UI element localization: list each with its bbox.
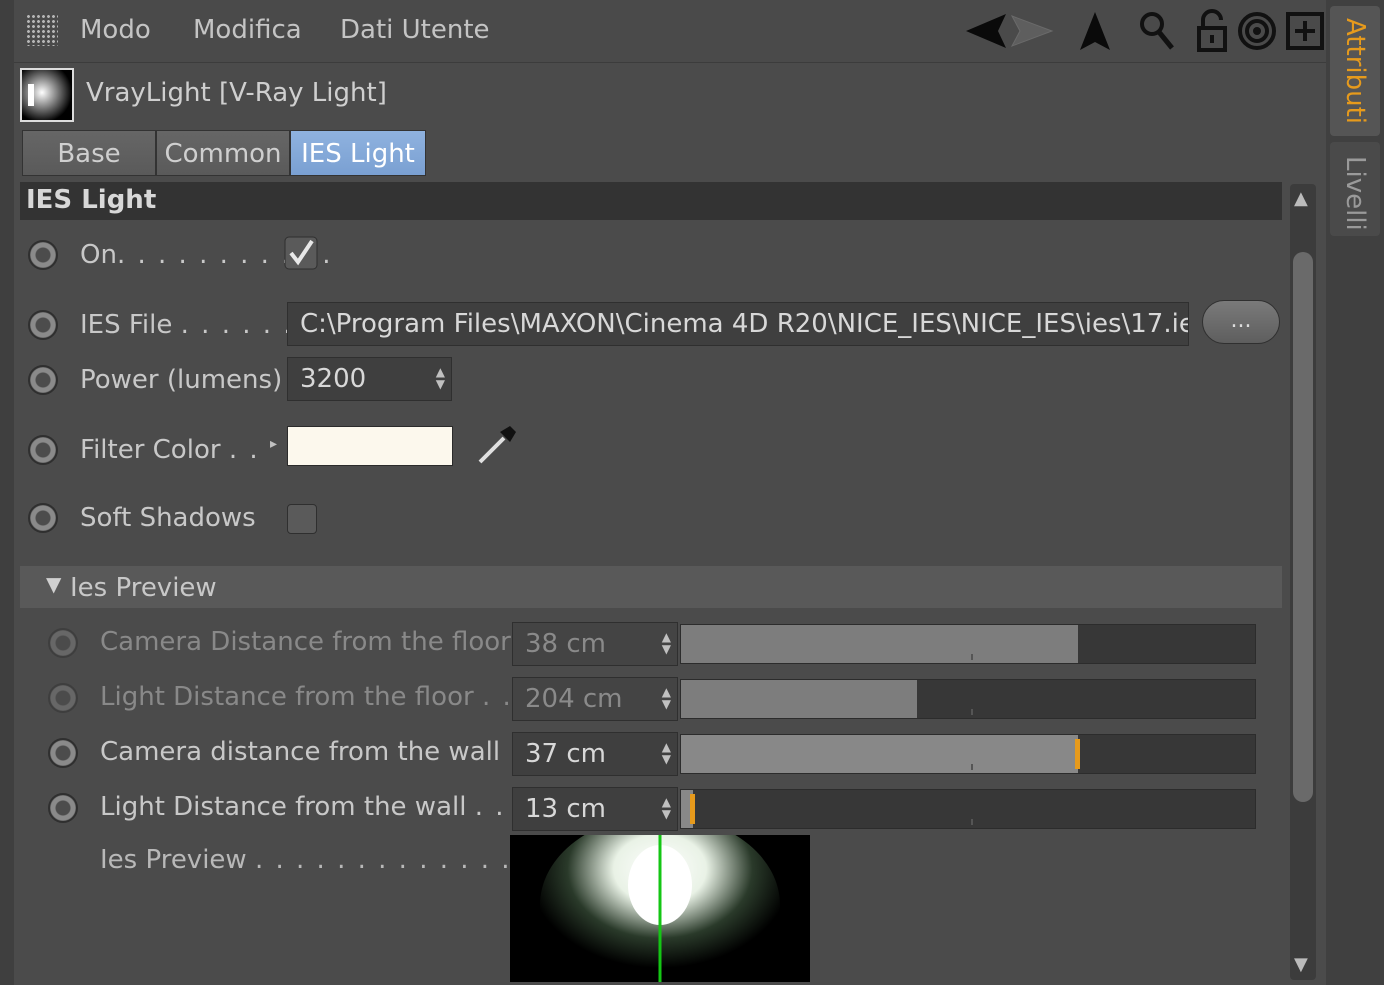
browse-button[interactable]: ... bbox=[1202, 300, 1280, 344]
slider-tick bbox=[971, 764, 973, 770]
spinner-arrows-icon[interactable]: ▲ ▼ bbox=[662, 741, 671, 765]
ies-preview-group-title: Ies Preview bbox=[70, 573, 217, 603]
ies-file-path-input[interactable]: C:\Program Files\MAXON\Cinema 4D R20\NIC… bbox=[287, 302, 1189, 346]
preview-row-slider[interactable] bbox=[680, 624, 1256, 664]
preview-row-slider[interactable] bbox=[680, 679, 1256, 719]
power-input[interactable]: 3200 ▲ ▼ bbox=[287, 357, 452, 401]
lock-icon[interactable] bbox=[1190, 8, 1236, 54]
anim-radio-on[interactable] bbox=[28, 240, 58, 270]
object-title: VrayLight [V-Ray Light] bbox=[86, 78, 387, 108]
expand-triangle-icon[interactable]: ▸ bbox=[270, 436, 277, 452]
preview-row-label-text: Light Distance from the wall bbox=[100, 792, 467, 822]
left-edge bbox=[0, 0, 14, 985]
slider-knob[interactable] bbox=[689, 794, 695, 824]
preview-row-label-text: Camera Distance from the floor bbox=[100, 627, 511, 657]
anim-radio-preview-row[interactable] bbox=[48, 738, 78, 768]
back-arrow-icon[interactable] bbox=[960, 8, 1056, 54]
label-ies-file: IES File . . . . . . bbox=[80, 310, 294, 340]
filter-color-swatch[interactable] bbox=[287, 426, 453, 466]
search-icon[interactable] bbox=[1134, 8, 1180, 54]
section-header bbox=[20, 182, 1282, 220]
label-filter-color: Filter Color . . bbox=[80, 435, 260, 465]
on-checkbox[interactable] bbox=[284, 236, 318, 270]
menu-modo[interactable]: Modo bbox=[80, 15, 151, 45]
scrollbar-thumb[interactable] bbox=[1293, 252, 1313, 802]
tab-attributi[interactable]: Attributi bbox=[1340, 18, 1370, 124]
slider-fill bbox=[681, 625, 1079, 663]
panel-grip-icon[interactable] bbox=[26, 14, 58, 46]
slider-tick bbox=[971, 819, 973, 825]
preview-row-value-input[interactable]: 204 cm ▲ ▼ bbox=[512, 677, 678, 721]
label-ies-file-text: IES File bbox=[80, 310, 173, 340]
vray-light-icon bbox=[20, 68, 74, 122]
preview-row-slider[interactable] bbox=[680, 789, 1256, 829]
preview-row-value-input[interactable]: 13 cm ▲ ▼ bbox=[512, 787, 678, 831]
preview-row-label-text: Light Distance from the floor bbox=[100, 682, 474, 712]
preview-row-value: 37 cm bbox=[525, 739, 606, 769]
anim-radio-preview-row[interactable] bbox=[48, 683, 78, 713]
label-on-text: On bbox=[80, 240, 117, 270]
tab-base[interactable]: Base bbox=[22, 130, 156, 176]
anim-radio-filter-color[interactable] bbox=[28, 435, 58, 465]
preview-row-value: 13 cm bbox=[525, 794, 606, 824]
collapse-triangle-icon[interactable]: ▼ bbox=[46, 572, 61, 596]
section-title: IES Light bbox=[26, 185, 157, 215]
ies-preview-image bbox=[510, 835, 810, 982]
preview-row-label-text: Camera distance from the wall bbox=[100, 737, 501, 767]
eyedropper-icon[interactable] bbox=[474, 422, 520, 468]
preview-row-value: 38 cm bbox=[525, 629, 606, 659]
power-value: 3200 bbox=[300, 364, 367, 394]
scroll-down-icon[interactable]: ▼ bbox=[1294, 954, 1308, 975]
label-preview-row: Camera Distance from the floor bbox=[100, 627, 511, 657]
label-soft-shadows: Soft Shadows bbox=[80, 503, 256, 533]
tab-ies-light[interactable]: IES Light bbox=[290, 130, 426, 176]
preview-row-dots: . . bbox=[481, 682, 513, 712]
preview-row-dots: . . bbox=[474, 792, 506, 822]
slider-fill bbox=[681, 735, 1079, 773]
navigate-up-icon[interactable] bbox=[1072, 8, 1118, 54]
slider-tick bbox=[971, 654, 973, 660]
anim-radio-preview-row[interactable] bbox=[48, 628, 78, 658]
preview-row-value-input[interactable]: 38 cm ▲ ▼ bbox=[512, 622, 678, 666]
menu-dati-utente[interactable]: Dati Utente bbox=[340, 15, 490, 45]
label-preview-row: Light Distance from the floor . . bbox=[100, 682, 513, 712]
label-preview-row: Light Distance from the wall . . bbox=[100, 792, 506, 822]
label-filter-color-dots: . . bbox=[228, 435, 260, 465]
label-ies-file-dots: . . . . . . bbox=[180, 310, 294, 340]
spinner-arrows-icon[interactable]: ▲ ▼ bbox=[662, 796, 671, 820]
anim-radio-preview-row[interactable] bbox=[48, 793, 78, 823]
spinner-arrows-icon[interactable]: ▲ ▼ bbox=[662, 631, 671, 655]
label-preview-row: Camera distance from the wall bbox=[100, 737, 500, 767]
preview-row-value: 204 cm bbox=[525, 684, 623, 714]
tab-livelli[interactable]: Livelli bbox=[1340, 156, 1370, 231]
anim-radio-soft-shadows[interactable] bbox=[28, 503, 58, 533]
slider-fill bbox=[681, 680, 918, 718]
anim-radio-power[interactable] bbox=[28, 365, 58, 395]
spinner-arrows-icon[interactable]: ▲ ▼ bbox=[662, 686, 671, 710]
anim-radio-ies-file[interactable] bbox=[28, 310, 58, 340]
label-power: Power (lumens) bbox=[80, 365, 283, 395]
label-ies-preview-text: Ies Preview bbox=[100, 845, 247, 875]
slider-tick bbox=[971, 709, 973, 715]
soft-shadows-checkbox[interactable] bbox=[287, 504, 317, 534]
preview-row-slider[interactable] bbox=[680, 734, 1256, 774]
scroll-up-icon[interactable]: ▲ bbox=[1294, 188, 1308, 209]
new-panel-icon[interactable] bbox=[1282, 8, 1328, 54]
label-filter-color-text: Filter Color bbox=[80, 435, 221, 465]
preview-row-value-input[interactable]: 37 cm ▲ ▼ bbox=[512, 732, 678, 776]
menu-modifica[interactable]: Modifica bbox=[193, 15, 302, 45]
slider-knob[interactable] bbox=[1075, 739, 1081, 769]
target-icon[interactable] bbox=[1234, 8, 1280, 54]
tab-common[interactable]: Common bbox=[156, 130, 290, 176]
spinner-arrows-icon[interactable]: ▲ ▼ bbox=[436, 366, 445, 390]
